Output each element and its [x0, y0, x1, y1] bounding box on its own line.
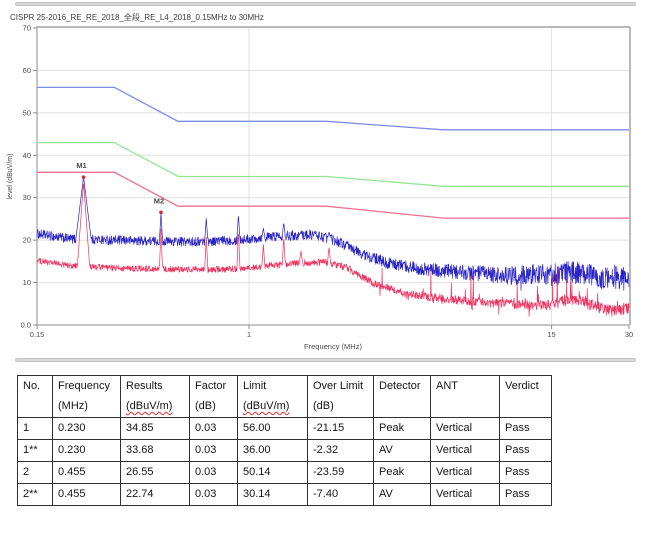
- x-axis-title: Frequency (MHz): [304, 342, 362, 351]
- marker-label-M1: M1: [76, 161, 86, 170]
- cell-frequency: 0.230: [53, 418, 121, 440]
- y-tick-label: 0.0: [21, 321, 31, 330]
- cell-over-limit: -23.59: [308, 462, 374, 484]
- y-tick-label: 60: [23, 66, 31, 75]
- y-tick-label: 70: [23, 24, 31, 33]
- cell-no: 1**: [18, 440, 53, 462]
- table-row: 2** 0.455 22.74 0.03 30.14 -7.40 AV Vert…: [18, 484, 552, 506]
- cell-ant: Vertical: [431, 462, 500, 484]
- col-header-limit: Limit(dBuV/m): [238, 376, 308, 418]
- cell-limit: 30.14: [238, 484, 308, 506]
- limit-line-peak-limit: [37, 87, 629, 129]
- col-header-frequency: Frequency(MHz): [53, 376, 121, 418]
- av-trace: [37, 184, 629, 317]
- cell-factor: 0.03: [190, 462, 238, 484]
- cell-limit: 36.00: [238, 440, 308, 462]
- cell-verdict: Pass: [500, 484, 552, 506]
- cell-over-limit: -21.15: [308, 418, 374, 440]
- x-tick-label: 30: [625, 330, 633, 339]
- cell-no: 1: [18, 418, 53, 440]
- cell-factor: 0.03: [190, 440, 238, 462]
- table-header-row: No. Frequency(MHz) Results(dBuV/m) Facto…: [18, 376, 552, 418]
- table-row: 2 0.455 26.55 0.03 50.14 -23.59 Peak Ver…: [18, 462, 552, 484]
- col-header-ant: ANT: [431, 376, 500, 418]
- x-tick-label: 0.15: [30, 330, 45, 339]
- cell-frequency: 0.230: [53, 440, 121, 462]
- col-header-results: Results(dBuV/m): [121, 376, 190, 418]
- x-tick-label: 15: [547, 330, 555, 339]
- y-tick-label: 30: [23, 193, 31, 202]
- cell-over-limit: -2.32: [308, 440, 374, 462]
- cell-ant: Vertical: [431, 418, 500, 440]
- cell-detector: Peak: [374, 462, 431, 484]
- y-axis-title: level (dBuV/m): [7, 154, 14, 200]
- top-divider-bar: [15, 2, 636, 6]
- cell-limit: 56.00: [238, 418, 308, 440]
- cell-results: 34.85: [121, 418, 190, 440]
- cell-detector: AV: [374, 484, 431, 506]
- marker-dot-M1: [82, 175, 86, 179]
- col-header-verdict: Verdict: [500, 376, 552, 418]
- x-tick-label: 1: [247, 330, 251, 339]
- cell-ant: Vertical: [431, 484, 500, 506]
- chart-title: CISPR 25-2016_RE_RE_2018_全段_RE_L4_2018_0…: [10, 12, 264, 23]
- cell-verdict: Pass: [500, 440, 552, 462]
- markers: M1 M2: [76, 161, 164, 214]
- col-header-over-limit: Over Limit(dB): [308, 376, 374, 418]
- table-row: 1** 0.230 33.68 0.03 36.00 -2.32 AV Vert…: [18, 440, 552, 462]
- peak-trace: [37, 178, 629, 290]
- col-header-no: No.: [18, 376, 53, 418]
- col-header-detector: Detector: [374, 376, 431, 418]
- middle-divider-bar: [15, 358, 636, 362]
- y-tick-label: 40: [23, 151, 31, 160]
- axes: 0.0 10 20 30 40 50 60 70 0.15 1 15 30: [21, 24, 634, 339]
- limit-line-qp-limit: [37, 143, 629, 187]
- marker-label-M2: M2: [154, 196, 164, 205]
- cell-results: 22.74: [121, 484, 190, 506]
- spectrum-chart: 0.0 10 20 30 40 50 60 70 0.15 1 15 30 Frequency (MHz…: [0, 24, 649, 360]
- cell-detector: Peak: [374, 418, 431, 440]
- marker-dot-M2: [159, 211, 163, 215]
- cell-no: 2**: [18, 484, 53, 506]
- cell-no: 2: [18, 462, 53, 484]
- cell-frequency: 0.455: [53, 484, 121, 506]
- results-table: No. Frequency(MHz) Results(dBuV/m) Facto…: [17, 375, 552, 506]
- cell-verdict: Pass: [500, 462, 552, 484]
- cell-frequency: 0.455: [53, 462, 121, 484]
- cell-factor: 0.03: [190, 418, 238, 440]
- y-tick-label: 10: [23, 278, 31, 287]
- cell-limit: 50.14: [238, 462, 308, 484]
- cell-results: 33.68: [121, 440, 190, 462]
- cell-over-limit: -7.40: [308, 484, 374, 506]
- col-header-factor: Factor(dB): [190, 376, 238, 418]
- cell-results: 26.55: [121, 462, 190, 484]
- cell-factor: 0.03: [190, 484, 238, 506]
- limit-line-av-limit: [37, 172, 629, 218]
- table-row: 1 0.230 34.85 0.03 56.00 -21.15 Peak Ver…: [18, 418, 552, 440]
- cell-ant: Vertical: [431, 440, 500, 462]
- cell-detector: AV: [374, 440, 431, 462]
- y-tick-label: 50: [23, 108, 31, 117]
- cell-verdict: Pass: [500, 418, 552, 440]
- y-tick-label: 20: [23, 236, 31, 245]
